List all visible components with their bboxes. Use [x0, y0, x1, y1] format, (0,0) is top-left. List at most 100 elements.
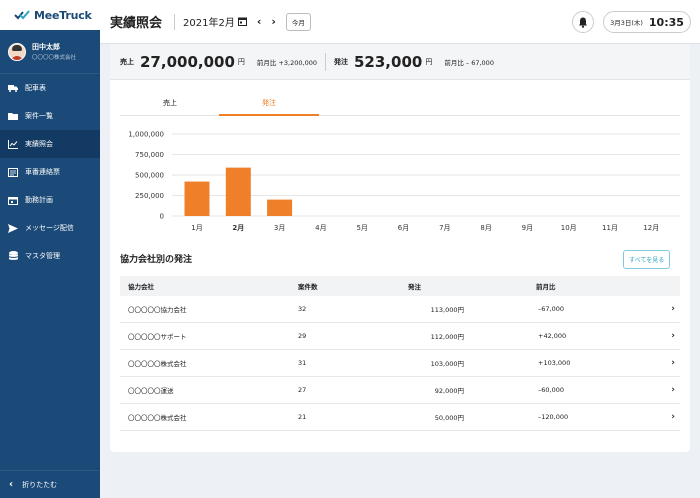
- chevron-right-icon[interactable]: ›: [570, 358, 680, 368]
- sidebar-nav: 配車表 案件一覧 実績照会 車番連絡票 勤務計画 メッセージ配信 マスタ管理: [0, 74, 100, 270]
- month-label[interactable]: 2021年2月: [183, 14, 235, 29]
- collapse-label: 折りたたむ: [22, 480, 58, 489]
- next-month-button[interactable]: ›: [271, 15, 276, 28]
- chevron-left-icon: ‹: [9, 479, 14, 490]
- sidebar-item-cases[interactable]: 案件一覧: [0, 102, 100, 130]
- sidebar: MeeTruck 田中太郎 〇〇〇〇株式会社 配車表 案件一覧 実績照会 車番連…: [0, 0, 100, 498]
- folder-icon: [8, 111, 18, 121]
- table-row[interactable]: 〇〇〇〇〇協力会社 32 113,000円 –67,000 ›: [120, 296, 680, 323]
- bar[interactable]: [225, 167, 251, 216]
- order-amount: 113,000円: [430, 306, 464, 314]
- x-tick-label: 4月: [315, 224, 326, 232]
- logo[interactable]: MeeTruck: [0, 0, 100, 30]
- y-tick-label: 750,000: [135, 151, 164, 159]
- check-logo-icon: [14, 10, 30, 20]
- x-tick-label: 10月: [561, 224, 577, 232]
- month-diff: +42,000: [538, 332, 567, 340]
- list-icon: [8, 167, 18, 177]
- x-tick-label: 5月: [356, 224, 367, 232]
- notification-button[interactable]: [572, 11, 594, 33]
- order-diff: 前月比 – 67,000: [444, 58, 494, 67]
- collapse-button[interactable]: ‹ 折りたたむ: [0, 470, 100, 498]
- bar[interactable]: [184, 181, 210, 216]
- tab-sales[interactable]: 売上: [120, 96, 220, 116]
- table-header: 協力会社 案件数 発注 前月比: [120, 276, 680, 296]
- month-diff: +103,000: [538, 359, 571, 367]
- chart-icon: [8, 139, 18, 149]
- chevron-right-icon[interactable]: ›: [570, 412, 680, 422]
- prev-month-button[interactable]: ‹: [257, 15, 262, 28]
- case-count: 31: [298, 359, 307, 367]
- calendar-icon: [8, 195, 18, 205]
- performance-card: 売上 発注 1,000,000 750,000 500,000 250,000 0 1月 2…: [110, 80, 690, 452]
- header: 実績照会 2021年2月 ‹ › 今月 3月3日(木) 10:35: [100, 0, 700, 44]
- x-tick-label: 7月: [439, 224, 450, 232]
- x-tick-label: 6月: [398, 224, 409, 232]
- table-row[interactable]: 〇〇〇〇〇株式会社 21 50,000円 –120,000 ›: [120, 404, 680, 431]
- partner-name: 〇〇〇〇〇運送: [128, 387, 174, 395]
- table-row[interactable]: 〇〇〇〇〇サポート 29 112,000円 +42,000 ›: [120, 323, 680, 350]
- month-diff: –60,000: [538, 386, 564, 394]
- truck-icon: [8, 83, 18, 93]
- calendar-icon[interactable]: [237, 17, 247, 26]
- divider: [174, 13, 176, 30]
- column-header: 協力会社: [128, 283, 154, 291]
- sidebar-item-vehicle-notice[interactable]: 車番連絡票: [0, 158, 100, 186]
- partner-name: 〇〇〇〇〇株式会社: [128, 360, 187, 368]
- order-label: 発注: [334, 57, 348, 66]
- sidebar-item-dispatch[interactable]: 配車表: [0, 74, 100, 102]
- case-count: 21: [298, 413, 307, 421]
- sidebar-item-messages[interactable]: メッセージ配信: [0, 214, 100, 242]
- clock-time: 10:35: [648, 15, 684, 29]
- case-count: 32: [298, 305, 307, 313]
- y-tick-label: 500,000: [135, 172, 164, 180]
- chevron-right-icon[interactable]: ›: [570, 385, 680, 395]
- x-tick-label: 2月: [232, 224, 244, 232]
- orders-bar-chart: 1,000,000 750,000 500,000 250,000 0 1月 2月 3月 4月 5…: [128, 131, 680, 232]
- partner-name: 〇〇〇〇〇協力会社: [128, 306, 187, 314]
- y-tick-label: 250,000: [135, 192, 164, 200]
- x-tick-label: 1月: [191, 224, 202, 232]
- chevron-right-icon[interactable]: ›: [570, 304, 680, 314]
- sales-label: 売上: [120, 57, 134, 66]
- tab-orders[interactable]: 発注: [219, 96, 319, 116]
- bar[interactable]: [267, 199, 293, 216]
- partner-name: 〇〇〇〇〇株式会社: [128, 414, 187, 422]
- x-tick-label: 11月: [602, 224, 618, 232]
- table-row[interactable]: 〇〇〇〇〇株式会社 31 103,000円 +103,000 ›: [120, 350, 680, 377]
- send-icon: [8, 223, 18, 233]
- table-row[interactable]: 〇〇〇〇〇運送 27 92,000円 –60,000 ›: [120, 377, 680, 404]
- clock: 3月3日(木) 10:35: [603, 11, 691, 33]
- partner-name: 〇〇〇〇〇サポート: [128, 333, 187, 341]
- sales-diff: 前月比 +3,200,000: [256, 58, 317, 67]
- order-amount: 50,000円: [434, 414, 464, 422]
- order-amount: 103,000円: [430, 360, 464, 368]
- database-icon: [8, 251, 18, 261]
- summary-bar: 売上 27,000,000 円 前月比 +3,200,000 発注 523,00…: [110, 44, 690, 80]
- case-count: 27: [298, 386, 307, 394]
- clock-date: 3月3日(木): [610, 19, 643, 27]
- sidebar-item-label: メッセージ配信: [25, 224, 74, 232]
- bell-icon: [579, 17, 587, 28]
- sidebar-item-label: 実績照会: [25, 140, 53, 148]
- order-amount: 112,000円: [430, 333, 464, 341]
- sidebar-item-label: 勤務計画: [25, 196, 53, 204]
- sidebar-item-label: 車番連絡票: [25, 168, 60, 176]
- logo-text: MeeTruck: [34, 8, 92, 22]
- sidebar-item-schedule[interactable]: 勤務計画: [0, 186, 100, 214]
- see-all-button[interactable]: すべてを見る: [623, 250, 671, 269]
- this-month-button[interactable]: 今月: [285, 12, 311, 31]
- order-unit: 円: [425, 57, 433, 66]
- sidebar-item-label: マスタ管理: [25, 252, 60, 260]
- sidebar-item-master[interactable]: マスタ管理: [0, 242, 100, 270]
- x-tick-label: 12月: [643, 224, 659, 232]
- column-header: 案件数: [298, 283, 318, 291]
- month-diff: –120,000: [538, 413, 569, 421]
- user-profile[interactable]: 田中太郎 〇〇〇〇株式会社: [0, 30, 100, 74]
- partners-table: 協力会社 案件数 発注 前月比 〇〇〇〇〇協力会社 32 113,000円 –6…: [120, 276, 680, 431]
- order-amount: 92,000円: [434, 387, 464, 395]
- case-count: 29: [298, 332, 307, 340]
- user-company: 〇〇〇〇株式会社: [32, 55, 77, 61]
- sidebar-item-performance[interactable]: 実績照会: [0, 130, 100, 158]
- chevron-right-icon[interactable]: ›: [570, 331, 680, 341]
